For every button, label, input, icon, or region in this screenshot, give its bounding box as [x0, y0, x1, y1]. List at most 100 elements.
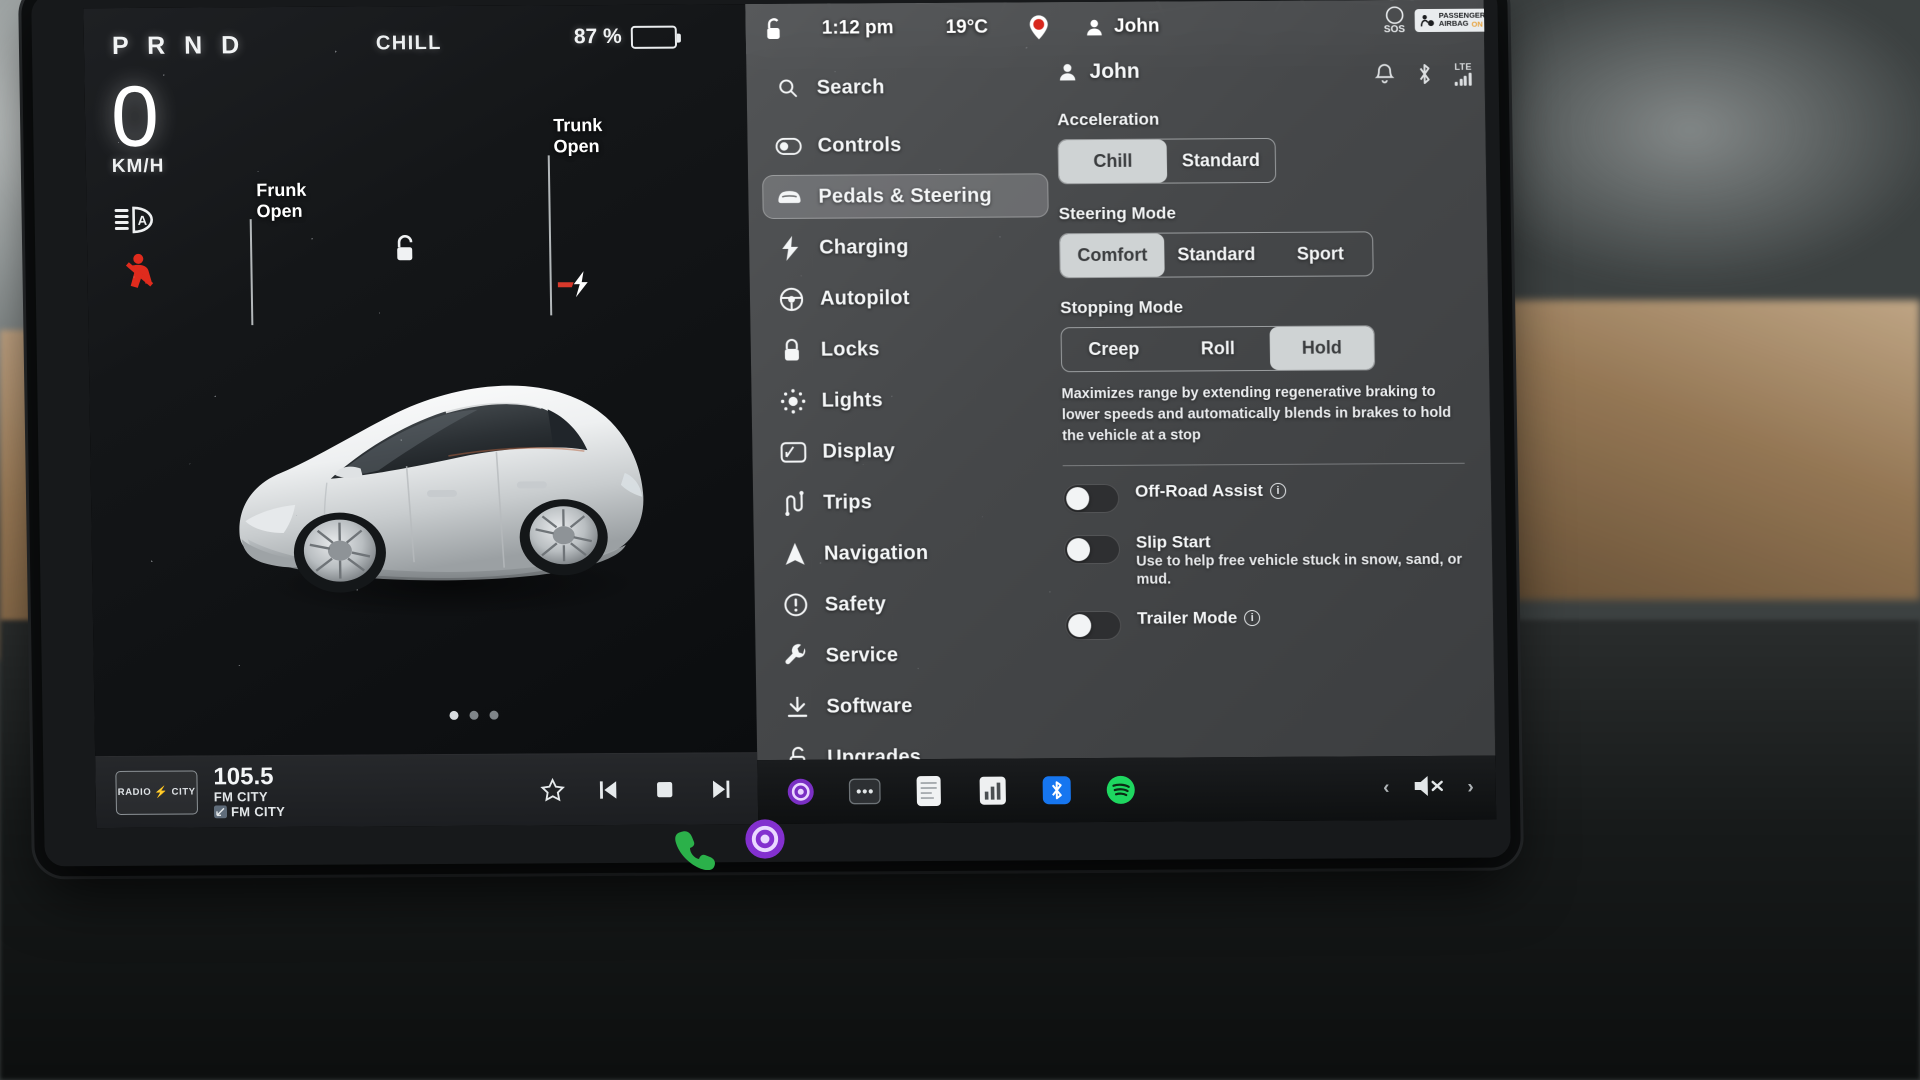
sidebar-item-locks[interactable]: Locks: [764, 326, 1051, 372]
sidebar-item-charging[interactable]: Charging: [763, 224, 1050, 270]
sidebar-item-display[interactable]: Display: [766, 428, 1053, 474]
speed-unit: KM/H: [111, 155, 165, 178]
charts-icon[interactable]: [975, 774, 1010, 808]
wrench-icon: [783, 644, 809, 668]
seatbelt-warning-icon: [125, 252, 158, 295]
info-icon[interactable]: i: [1244, 610, 1261, 627]
next-icon[interactable]: [707, 776, 733, 802]
bottom-dock: ‹ ›: [757, 755, 1497, 825]
charge-port-icon: [557, 271, 588, 298]
off-road-assist-toggle[interactable]: [1062, 483, 1120, 514]
profile-name[interactable]: John: [1114, 16, 1160, 38]
favorite-icon[interactable]: [539, 777, 565, 803]
network-status[interactable]: LTE: [1454, 62, 1472, 86]
steering-mode-title: Steering Mode: [1058, 203, 1176, 224]
sidebar-item-lights[interactable]: Lights: [765, 377, 1052, 423]
camera-dock-icon[interactable]: [744, 818, 786, 865]
stopping-option-creep[interactable]: Creep: [1062, 328, 1167, 372]
instrument-cluster: P R N D CHILL 87 % 0 KM/H A Frunk Open T…: [83, 4, 758, 757]
sidebar-item-label: Pedals & Steering: [818, 184, 993, 208]
calendar-icon[interactable]: [911, 774, 946, 808]
controls-overlay-panel: Search Controls Pedals & Steering Chargi…: [745, 0, 1496, 769]
temperature[interactable]: 19°C: [945, 17, 988, 39]
sidebar-item-autopilot[interactable]: Autopilot: [764, 275, 1051, 321]
clock[interactable]: 1:12 pm: [822, 17, 894, 39]
airbag-line-2: AIRBAG: [1438, 18, 1469, 28]
sos-indicator[interactable]: SOS: [1383, 6, 1405, 35]
stopping-option-roll[interactable]: Roll: [1166, 327, 1271, 371]
previous-icon[interactable]: [595, 776, 621, 802]
info-icon[interactable]: i: [1269, 482, 1287, 499]
sidebar-item-label: Search: [816, 75, 885, 99]
acceleration-title: Acceleration: [1057, 109, 1160, 130]
lock-icon: [779, 337, 805, 362]
stopping-option-hold[interactable]: Hold: [1269, 326, 1375, 370]
sidebar-item-label: Safety: [824, 592, 887, 616]
steering-option-standard[interactable]: Standard: [1164, 233, 1269, 277]
battery-icon: [630, 25, 677, 49]
stopping-mode-description: Maximizes range by extending regenerativ…: [1061, 383, 1452, 445]
unlock-icon[interactable]: [764, 16, 784, 41]
steering-mode-segmented-control[interactable]: Comfort Standard Sport: [1059, 231, 1374, 279]
settings-divider: [1062, 462, 1465, 467]
callout-trunk-line: [547, 155, 553, 316]
signal-bars-icon: [1454, 72, 1472, 86]
sidebar-item-navigation[interactable]: Navigation: [768, 530, 1055, 576]
sidebar-item-label: Locks: [820, 337, 880, 361]
sidebar-item-label: Software: [826, 694, 913, 718]
sidebar-item-label: Navigation: [823, 541, 929, 565]
route-icon: [781, 490, 807, 516]
acceleration-segmented-control[interactable]: Chill Standard: [1057, 137, 1277, 185]
page-dot-3[interactable]: [489, 710, 499, 720]
trailer-mode-toggle[interactable]: [1064, 610, 1122, 641]
page-dot-2[interactable]: [469, 710, 479, 720]
sidebar-item-software[interactable]: Software: [770, 683, 1057, 729]
stopping-mode-segmented-control[interactable]: Creep Roll Hold: [1060, 325, 1376, 373]
more-icon[interactable]: [847, 774, 882, 808]
callout-trunk: Trunk Open: [553, 115, 603, 157]
location-pin-icon[interactable]: [1028, 14, 1050, 40]
camera-icon[interactable]: [783, 775, 818, 809]
sos-airbag-cluster: SOS PASSENGER AIRBAG ON: [1383, 6, 1491, 35]
stop-icon[interactable]: [651, 776, 677, 802]
volume-mute-icon[interactable]: [1411, 772, 1445, 803]
prev-chevron[interactable]: ‹: [1383, 777, 1390, 799]
steering-option-sport[interactable]: Sport: [1268, 232, 1373, 276]
dash-trim-right: [1480, 300, 1920, 600]
bluetooth-icon[interactable]: [1416, 62, 1432, 86]
status-bar: 1:12 pm 19°C John: [745, 0, 1484, 54]
network-label: LTE: [1454, 61, 1472, 72]
toggle-row-off-road-assist[interactable]: Off-Road Assist i: [1062, 480, 1465, 514]
phone-icon[interactable]: [672, 828, 716, 875]
callout-frunk: Frunk Open: [256, 179, 307, 221]
bluetooth-app-icon[interactable]: [1039, 773, 1074, 807]
acceleration-option-chill[interactable]: Chill: [1058, 139, 1168, 184]
sidebar-item-controls[interactable]: Controls: [761, 122, 1048, 168]
sidebar-item-service[interactable]: Service: [769, 632, 1056, 678]
station-logo[interactable]: RADIO ⚡ CITY: [115, 769, 199, 815]
media-line-1: FM CITY: [213, 789, 268, 805]
toggle-row-trailer-mode[interactable]: Trailer Mode i: [1064, 607, 1467, 641]
profile-icon[interactable]: [1084, 16, 1105, 37]
airbag-status: ON: [1471, 19, 1483, 29]
steering-option-comfort[interactable]: Comfort: [1060, 233, 1165, 278]
sidebar-item-safety[interactable]: Safety: [768, 581, 1055, 627]
drive-mode-label: CHILL: [375, 32, 443, 55]
battery-percent: 87 %: [573, 24, 622, 49]
acceleration-option-standard[interactable]: Standard: [1167, 139, 1276, 183]
page-dot-1[interactable]: [449, 710, 459, 720]
next-chevron[interactable]: ›: [1467, 777, 1474, 799]
person-icon: [1059, 64, 1076, 81]
toggle-row-slip-start[interactable]: Slip Start Use to help free vehicle stuc…: [1063, 531, 1467, 589]
auto-headlight-icon: A: [114, 206, 159, 239]
sidebar-item-search[interactable]: Search: [760, 64, 1047, 110]
sidebar-item-pedals-steering[interactable]: Pedals & Steering: [762, 173, 1049, 220]
sidebar-item-label: Lights: [821, 388, 883, 412]
page-indicator-dots[interactable]: [449, 710, 499, 720]
stopping-mode-title: Stopping Mode: [1060, 297, 1184, 318]
sidebar-item-trips[interactable]: Trips: [767, 479, 1054, 525]
media-metadata: 105.5 FM CITY FM CITY: [213, 763, 285, 820]
slip-start-toggle[interactable]: [1063, 534, 1121, 565]
bell-icon[interactable]: [1374, 63, 1395, 85]
spotify-icon[interactable]: [1103, 773, 1138, 807]
